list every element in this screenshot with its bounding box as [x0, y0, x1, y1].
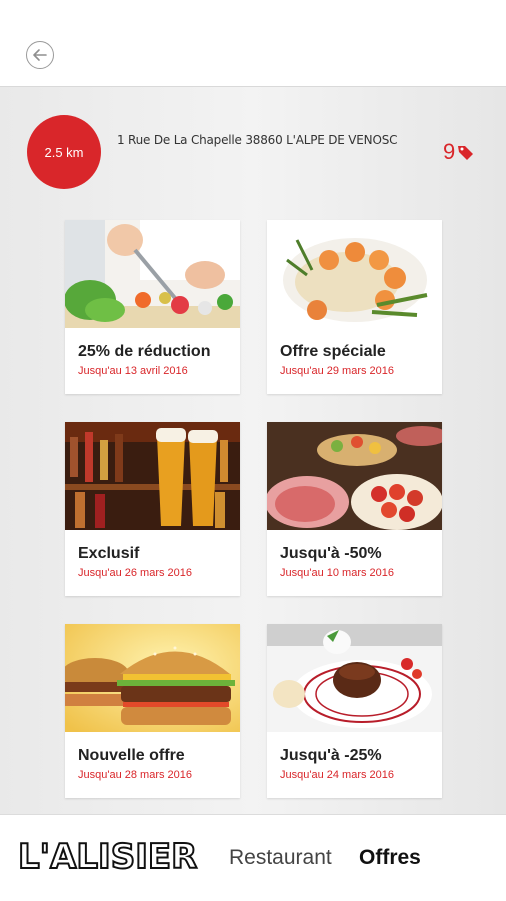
offer-date: Jusqu'au 28 mars 2016	[78, 769, 193, 781]
bottom-navigation: L'ALISIER Restaurant Offres	[0, 814, 506, 901]
distance-badge: 2.5 km	[27, 115, 101, 189]
offer-card[interactable]: Jusqu'à -25% Jusqu'au 24 mars 2016	[267, 624, 442, 798]
tab-restaurant[interactable]: Restaurant	[229, 846, 332, 870]
offer-card[interactable]: Exclusif Jusqu'au 26 mars 2016	[65, 422, 240, 596]
tag-icon	[458, 146, 474, 160]
offer-date: Jusqu'au 10 mars 2016	[280, 567, 395, 579]
distance-label: 2.5 km	[44, 144, 84, 160]
top-bar	[0, 0, 506, 87]
back-button[interactable]	[26, 41, 54, 69]
offer-count[interactable]: 9	[443, 140, 475, 164]
tab-offres[interactable]: Offres	[359, 846, 421, 870]
offer-title: Nouvelle offre	[78, 747, 185, 764]
offer-date: Jusqu'au 24 mars 2016	[280, 769, 395, 781]
offer-image-beer	[65, 422, 240, 530]
offer-title: Jusqu'à -50%	[280, 545, 382, 562]
arrow-left-icon	[33, 49, 47, 61]
brand-logo: L'ALISIER	[17, 836, 198, 878]
offer-date: Jusqu'au 13 avril 2016	[78, 365, 188, 377]
offer-image-dessert	[267, 624, 442, 732]
offer-card[interactable]: Jusqu'à -50% Jusqu'au 10 mars 2016	[267, 422, 442, 596]
offer-image-burger	[65, 624, 240, 732]
restaurant-address: 1 Rue De La Chapelle 38860 L'ALPE DE VEN…	[117, 133, 398, 147]
offer-image-cooking	[65, 220, 240, 328]
offer-image-risotto	[267, 220, 442, 328]
offer-title: Jusqu'à -25%	[280, 747, 382, 764]
offer-card[interactable]: Offre spéciale Jusqu'au 29 mars 2016	[267, 220, 442, 394]
offer-title: 25% de réduction	[78, 343, 211, 360]
offer-count-number: 9	[443, 139, 456, 164]
offer-image-buffet	[267, 422, 442, 530]
offer-date: Jusqu'au 29 mars 2016	[280, 365, 395, 377]
offer-title: Offre spéciale	[280, 343, 386, 360]
offer-card[interactable]: 25% de réduction Jusqu'au 13 avril 2016	[65, 220, 240, 394]
offer-date: Jusqu'au 26 mars 2016	[78, 567, 193, 579]
offer-title: Exclusif	[78, 545, 140, 562]
offer-card[interactable]: Nouvelle offre Jusqu'au 28 mars 2016	[65, 624, 240, 798]
